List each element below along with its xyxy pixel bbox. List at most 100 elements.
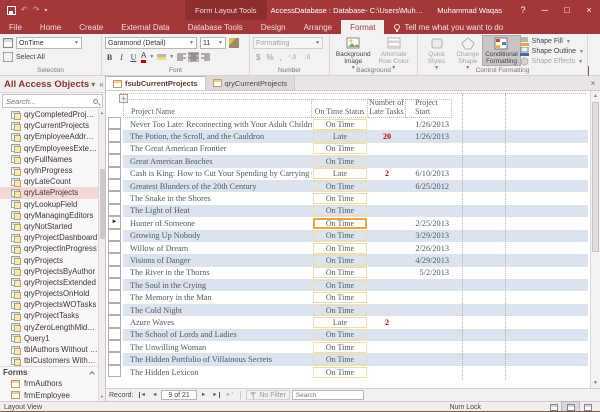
late-tasks-cell[interactable]: 2 [368, 318, 406, 327]
column-header-project-start[interactable]: Project Start [406, 98, 452, 118]
table-row[interactable]: ► Cash is King: How to Cut Your Spending… [108, 166, 588, 180]
document-tab[interactable]: fsubCurrentProjects [106, 76, 206, 90]
table-row[interactable]: ► The Cold Night On Time [108, 302, 588, 317]
table-row[interactable]: ► The Soul in the Crying On Time [108, 278, 588, 292]
align-right-icon[interactable] [201, 53, 211, 61]
nav-query-item[interactable]: qryFullNames [0, 154, 98, 165]
table-row[interactable]: ► The Memory in the Man On Time [108, 290, 588, 304]
navigation-menu-icon[interactable]: ▾ [89, 80, 97, 89]
record-selector[interactable]: ► [108, 216, 121, 229]
previous-record-button[interactable]: ◄ [150, 391, 159, 400]
record-selector[interactable]: ► [108, 129, 121, 142]
scroll-down-icon[interactable]: ▼ [591, 378, 600, 388]
form-view-button[interactable] [545, 402, 562, 411]
nav-query-item[interactable]: qryProjectsByAuthor [0, 266, 98, 277]
help-button[interactable]: ? [512, 0, 534, 20]
shutter-bar-close-icon[interactable]: « [97, 80, 105, 89]
undo-icon[interactable]: ↶ [21, 6, 28, 14]
record-selector[interactable]: ► [108, 278, 121, 291]
nav-query-item[interactable]: qryManagingEditors [0, 210, 98, 221]
ribbon-tab[interactable]: Format [341, 20, 385, 34]
record-search-input[interactable] [292, 391, 363, 399]
nav-query-item[interactable]: qryLateProjects [0, 187, 98, 199]
nav-query-item[interactable]: qryProjectInProgress [0, 243, 98, 254]
next-record-button[interactable]: ► [199, 391, 208, 400]
table-row[interactable]: ► Growing Up Nobody On Time 3/29/2013 [108, 228, 588, 242]
project-start-cell[interactable]: 1/26/2013 [406, 132, 452, 141]
close-object-icon[interactable]: × [586, 76, 600, 90]
table-row[interactable]: ► The Hidden Lexicon On Time [108, 364, 588, 378]
font-color-icon[interactable]: A [141, 51, 147, 63]
record-selector[interactable]: ► [108, 228, 121, 241]
record-selector[interactable]: ► [108, 141, 121, 155]
nav-query-item[interactable]: qryCompletedProjects [0, 109, 98, 120]
column-header-project-name[interactable]: Project Name [123, 99, 312, 118]
record-selector[interactable]: ► [108, 191, 121, 204]
project-start-cell[interactable]: 2/25/2013 [406, 219, 452, 228]
new-record-button[interactable]: ►* [224, 391, 236, 400]
nav-query-item[interactable]: tblCustomers Without Match... [0, 355, 98, 366]
table-row[interactable]: ► Azure Waves Late 2 [108, 315, 588, 328]
ribbon-tab[interactable]: External Data [112, 20, 178, 34]
last-record-button[interactable]: ► [210, 391, 221, 400]
project-start-cell[interactable]: 6/25/2012 [406, 182, 452, 191]
table-row[interactable]: ► Visions of Danger On Time 4/29/2013 [108, 253, 588, 267]
project-start-cell[interactable]: 2/26/2013 [406, 244, 452, 253]
nav-form-item[interactable]: frmAuthors [0, 378, 98, 389]
nav-query-item[interactable]: qryNotStarted [0, 221, 98, 232]
table-row[interactable]: ► Willow of Dream On Time 2/26/2013 [108, 240, 588, 254]
record-selector[interactable]: ► [108, 340, 121, 353]
table-row[interactable]: ► The School of Lords and Ladies On Time [108, 327, 588, 342]
nav-form-item[interactable]: frmEmployee [0, 390, 98, 401]
signed-in-user[interactable]: Muhammad Waqas [427, 6, 512, 15]
record-selector[interactable]: ► [108, 327, 121, 341]
scrollbar-thumb[interactable] [592, 102, 599, 252]
column-header-on-time-status[interactable]: On Time Status [312, 99, 368, 118]
project-start-cell[interactable]: 6/10/2013 [406, 169, 452, 178]
scroll-down-icon[interactable]: ▼ [99, 393, 105, 401]
table-row[interactable]: ► The River in the Thorns On Time 5/2/20… [108, 265, 588, 279]
conditional-formatting-button[interactable]: Conditional Formatting [482, 35, 521, 66]
ribbon-tab[interactable]: Arrange [295, 20, 341, 34]
ribbon-tab[interactable]: Design [252, 20, 295, 34]
table-row[interactable]: ► The Snake in the Shores On Time [108, 191, 588, 205]
scroll-up-icon[interactable]: ▲ [591, 91, 600, 101]
record-position[interactable]: 9 of 21 [161, 390, 197, 400]
column-header-late-tasks[interactable]: Number of Late Tasks [368, 98, 406, 118]
ribbon-tab[interactable]: Create [70, 20, 112, 34]
nav-query-item[interactable]: qryEmployeeAddresses [0, 131, 98, 142]
font-size-combo[interactable]: 11 ▼ [200, 37, 226, 49]
italic-button[interactable]: I [117, 53, 126, 62]
late-tasks-cell[interactable]: 20 [368, 132, 406, 141]
close-button[interactable]: × [578, 0, 600, 20]
table-row[interactable]: ► The Great American Frontier On Time [108, 141, 588, 155]
scroll-up-icon[interactable]: ▲ [99, 109, 105, 117]
nav-query-item[interactable]: qryProjectDashboard [0, 232, 98, 243]
ribbon-tab[interactable]: File [0, 20, 31, 34]
table-row[interactable]: ► The Potion, the Scroll, and the Cauldr… [108, 129, 588, 143]
format-painter-icon[interactable] [229, 38, 239, 48]
record-selector[interactable]: ► [108, 253, 121, 266]
project-start-cell[interactable]: 5/2/2013 [406, 268, 452, 277]
table-row[interactable]: ► Hunter of Someone On Time 2/25/2013 [108, 216, 588, 229]
record-selector[interactable]: ► [108, 265, 121, 279]
record-selector[interactable]: ► [108, 166, 121, 179]
document-tab[interactable]: qryCurrentProjects [205, 76, 296, 90]
nav-query-item[interactable]: qryLateCount [0, 176, 98, 187]
nav-query-item[interactable]: qryLookupField [0, 199, 98, 210]
record-selector[interactable]: ► [108, 352, 121, 365]
align-center-icon[interactable] [188, 52, 200, 62]
nav-query-item[interactable]: Query1 [0, 333, 98, 344]
table-row[interactable]: ► The Unwilling Woman On Time [108, 340, 588, 353]
align-left-icon[interactable] [177, 53, 187, 61]
record-selector[interactable]: ► [108, 302, 121, 316]
shape-fill-button[interactable]: Shape Fill ▼ [519, 37, 584, 46]
record-selector[interactable]: ► [108, 178, 121, 192]
navigation-search[interactable] [2, 94, 103, 108]
vertical-scrollbar[interactable]: ▲ ▼ [590, 91, 600, 388]
background-image-button[interactable]: Background Image ▼ [333, 36, 374, 71]
table-row[interactable]: ► The Hidden Portfolio of Villainous Sec… [108, 352, 588, 366]
record-search[interactable] [291, 390, 364, 400]
layout-view-button[interactable] [561, 401, 580, 411]
nav-query-item[interactable]: qryProjectsExtended [0, 277, 98, 288]
